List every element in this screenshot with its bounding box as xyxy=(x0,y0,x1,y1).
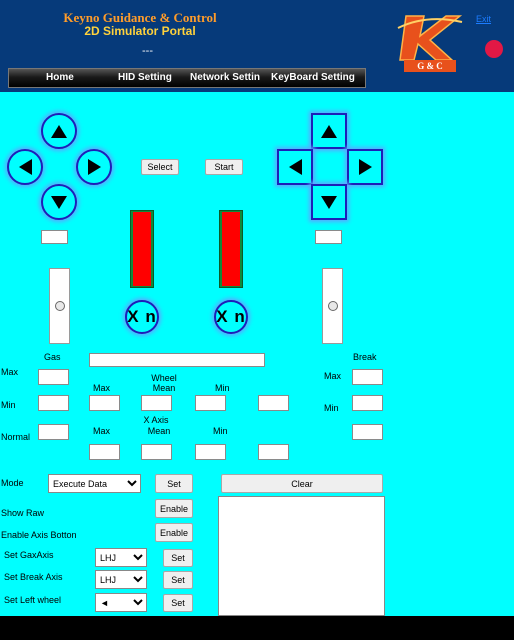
gas-min-field[interactable] xyxy=(38,395,69,411)
gas-value-field[interactable] xyxy=(89,353,265,367)
x-axis-extra-field[interactable] xyxy=(258,444,289,460)
log-output[interactable] xyxy=(218,496,385,616)
break-slider-handle[interactable] xyxy=(328,301,338,311)
show-raw-enable-button[interactable]: Enable xyxy=(155,499,193,518)
footer-bar xyxy=(0,616,514,640)
right-dpad-up-button[interactable] xyxy=(311,113,347,149)
left-x-button[interactable]: X n xyxy=(125,300,159,334)
left-wheel-select[interactable]: ◄ xyxy=(95,593,147,612)
app-subtitle: 2D Simulator Portal xyxy=(84,24,196,38)
up-arrow-icon xyxy=(51,124,67,138)
right-dpad-value-field[interactable] xyxy=(315,230,342,244)
wheel-min-header: Min xyxy=(215,383,230,393)
left-dpad-down-button[interactable] xyxy=(41,184,77,220)
set-gas-axis-button[interactable]: Set xyxy=(163,549,193,567)
break-slider[interactable] xyxy=(322,268,343,344)
break-max-field[interactable] xyxy=(352,369,383,385)
break-min-label: Min xyxy=(324,403,339,413)
left-dpad-up-button[interactable] xyxy=(41,113,77,149)
left-dpad-right-button[interactable] xyxy=(76,149,112,185)
start-button[interactable]: Start xyxy=(205,159,243,175)
wheel-extra-field[interactable] xyxy=(258,395,289,411)
menu-item-network-setting[interactable]: Network Settin xyxy=(190,72,260,83)
right-arrow-icon xyxy=(358,159,372,175)
down-arrow-icon xyxy=(321,195,337,209)
wheel-mean-header: Mean xyxy=(152,383,176,393)
left-arrow-icon xyxy=(18,159,32,175)
left-axis-bar-fill xyxy=(133,212,151,286)
right-arrow-icon xyxy=(87,159,101,175)
menu-item-keyboard-setting[interactable]: KeyBoard Setting xyxy=(271,72,355,83)
x-axis-mean-header: Mean xyxy=(147,426,171,436)
x-axis-min-field[interactable] xyxy=(195,444,226,460)
left-axis-bar xyxy=(130,210,154,288)
select-button[interactable]: Select xyxy=(141,159,179,175)
set-left-wheel-button[interactable]: Set xyxy=(163,594,193,612)
right-axis-bar xyxy=(219,210,243,288)
gas-label: Gas xyxy=(44,352,61,362)
x-axis-max-field[interactable] xyxy=(89,444,120,460)
wheel-mean-field[interactable] xyxy=(141,395,172,411)
break-normal-field[interactable] xyxy=(352,424,383,440)
up-arrow-icon xyxy=(321,124,337,138)
logo-caption: G & C xyxy=(417,61,443,71)
gas-normal-label: Normal xyxy=(1,432,31,442)
right-dpad-left-button[interactable] xyxy=(277,149,313,185)
wheel-max-field[interactable] xyxy=(89,395,120,411)
right-x-button[interactable]: X n xyxy=(214,300,248,334)
gas-max-field[interactable] xyxy=(38,369,69,385)
x-axis-max-header: Max xyxy=(93,426,111,436)
right-axis-bar-fill xyxy=(222,212,240,286)
set-break-axis-label: Set Break Axis xyxy=(4,572,63,582)
enable-axis-button-label: Enable Axis Botton xyxy=(1,530,77,540)
set-break-axis-button[interactable]: Set xyxy=(163,571,193,589)
show-raw-label: Show Raw xyxy=(1,508,45,518)
gas-normal-field[interactable] xyxy=(38,424,69,440)
company-logo: G & C xyxy=(396,8,464,74)
break-max-label: Max xyxy=(324,371,342,381)
down-arrow-icon xyxy=(51,195,67,209)
exit-link[interactable]: Exit xyxy=(476,14,491,24)
gas-axis-select[interactable]: LHJ xyxy=(95,548,147,567)
enable-axis-button[interactable]: Enable xyxy=(155,523,193,542)
left-arrow-icon xyxy=(288,159,302,175)
mode-set-button[interactable]: Set xyxy=(155,474,193,493)
wheel-title: Wheel xyxy=(151,373,177,383)
mode-select[interactable]: Execute Data xyxy=(48,474,141,493)
break-min-field[interactable] xyxy=(352,395,383,411)
menu-item-home[interactable]: Home xyxy=(46,72,74,83)
x-axis-title: X Axis xyxy=(143,415,169,425)
clear-button[interactable]: Clear xyxy=(221,474,383,493)
x-axis-mean-field[interactable] xyxy=(141,444,172,460)
wheel-min-field[interactable] xyxy=(195,395,226,411)
set-gas-axis-label: Set GaxAxis xyxy=(4,550,54,560)
gas-min-label: Min xyxy=(1,400,16,410)
gas-max-label: Max xyxy=(1,367,19,377)
wheel-max-header: Max xyxy=(93,383,111,393)
left-dpad-left-button[interactable] xyxy=(7,149,43,185)
right-dpad-down-button[interactable] xyxy=(311,184,347,220)
left-dpad-value-field[interactable] xyxy=(41,230,68,244)
break-label: Break xyxy=(353,352,377,362)
status-text: --- xyxy=(142,45,153,57)
mode-label: Mode xyxy=(1,478,24,488)
main-menu: Home HID Setting Network Settin KeyBoard… xyxy=(8,68,366,88)
break-axis-select[interactable]: LHJ xyxy=(95,570,147,589)
gas-slider-handle[interactable] xyxy=(55,301,65,311)
right-dpad-right-button[interactable] xyxy=(347,149,383,185)
connection-status-indicator xyxy=(485,40,503,58)
gas-slider[interactable] xyxy=(49,268,70,344)
set-left-wheel-label: Set Left wheel xyxy=(4,595,62,605)
menu-item-hid-setting[interactable]: HID Setting xyxy=(118,72,172,83)
x-axis-min-header: Min xyxy=(213,426,228,436)
